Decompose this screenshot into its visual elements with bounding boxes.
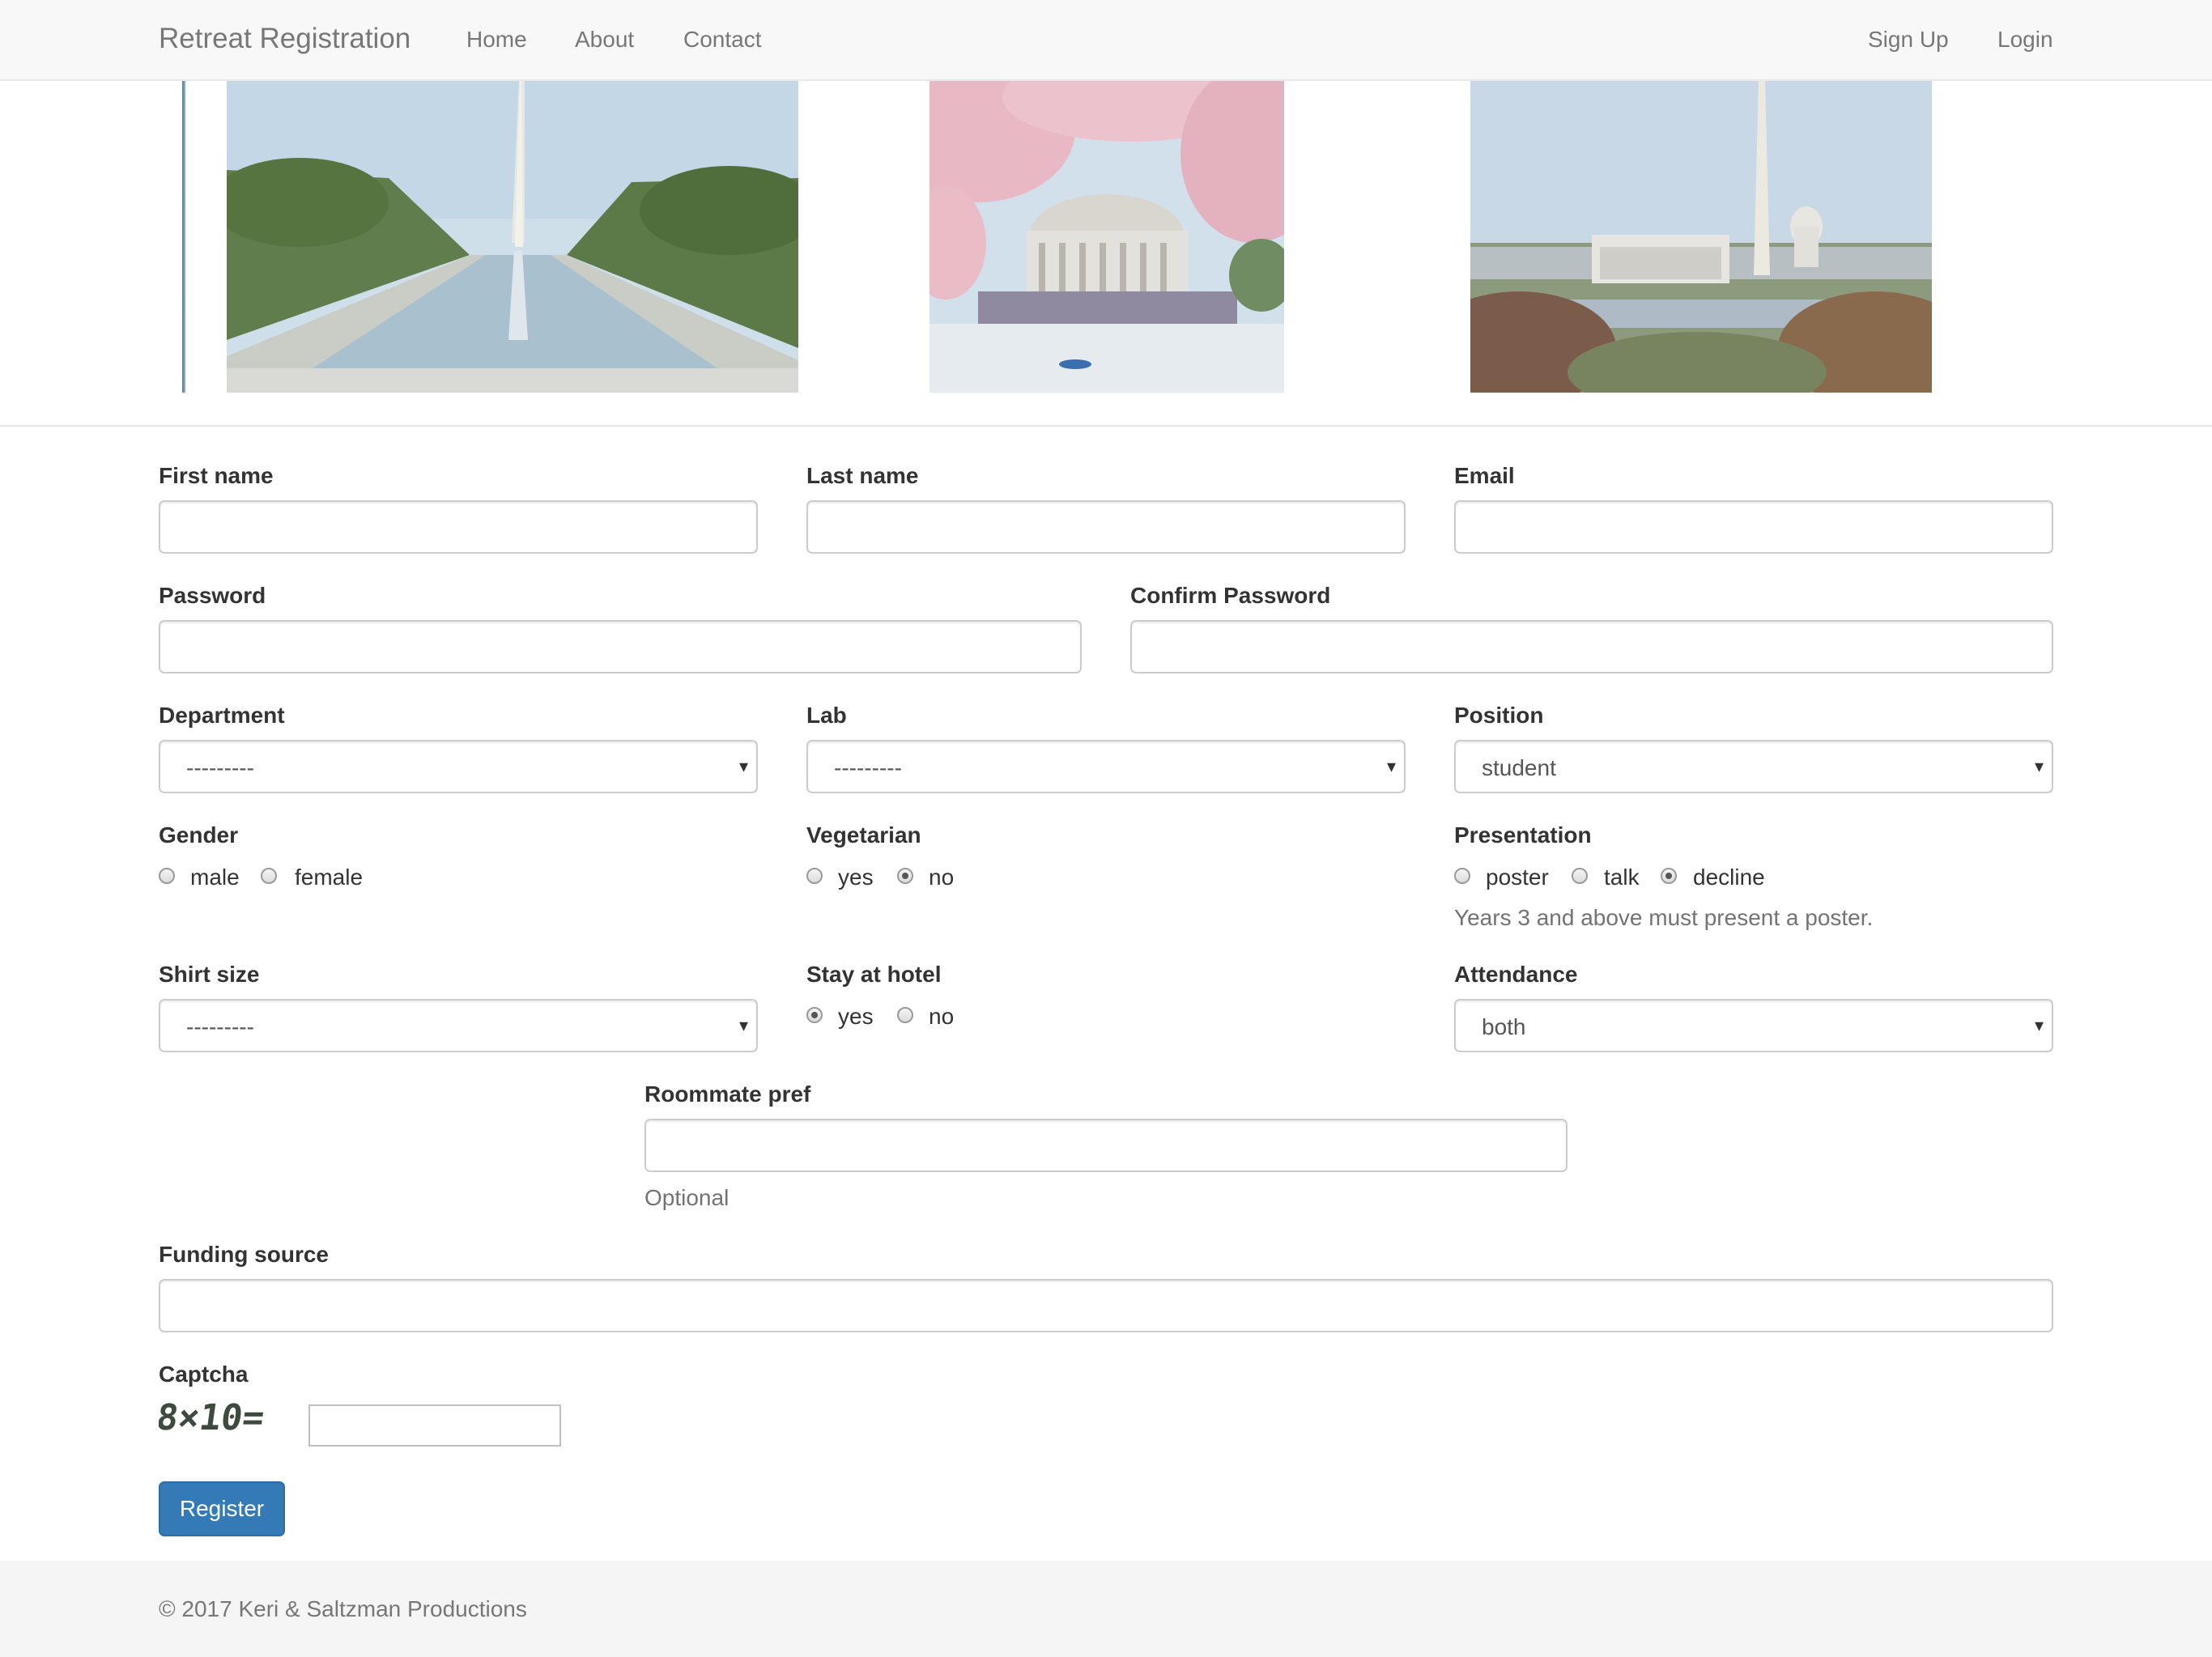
vegetarian-no-label[interactable]: no: [929, 865, 954, 890]
chevron-down-icon: ▾: [1386, 756, 1396, 776]
lab-label: Lab: [806, 703, 847, 728]
first-name-label: First name: [159, 463, 274, 488]
presentation-decline-radio[interactable]: [1661, 868, 1677, 884]
footer-copyright: © 2017 Keri & Saltzman Productions: [159, 1596, 527, 1621]
vegetarian-radio-group: yes no: [806, 865, 1130, 892]
lab-select[interactable]: --------- ▾: [806, 740, 1406, 793]
attendance-label: Attendance: [1454, 962, 1578, 987]
attendance-selected-value: both: [1482, 1014, 1526, 1039]
stay-at-hotel-yes-radio[interactable]: [806, 1007, 823, 1023]
nav-contact-link[interactable]: Contact: [683, 27, 762, 53]
email-label: Email: [1454, 463, 1515, 488]
last-name-input[interactable]: [806, 500, 1406, 554]
gender-female-radio[interactable]: [261, 868, 277, 884]
footer: © 2017 Keri & Saltzman Productions: [0, 1561, 2212, 1657]
captcha-image: 8×10=: [159, 1397, 267, 1438]
navbar: Retreat Registration Home About Contact …: [0, 0, 2212, 81]
shirt-size-selected-value: ---------: [186, 1014, 254, 1039]
vegetarian-no-radio[interactable]: [897, 868, 913, 884]
nav-home-link[interactable]: Home: [466, 27, 527, 53]
shirt-size-select[interactable]: --------- ▾: [159, 999, 758, 1052]
department-label: Department: [159, 703, 285, 728]
presentation-decline-label[interactable]: decline: [1693, 865, 1765, 890]
presentation-radio-group: poster talk decline: [1454, 865, 1940, 892]
chevron-down-icon: ▾: [2034, 756, 2044, 776]
position-select[interactable]: student ▾: [1454, 740, 2053, 793]
gender-male-radio[interactable]: [159, 868, 175, 884]
nav-login-link[interactable]: Login: [1997, 27, 2053, 53]
confirm-password-label: Confirm Password: [1130, 583, 1331, 608]
presentation-talk-label[interactable]: talk: [1604, 865, 1640, 890]
attendance-select[interactable]: both ▾: [1454, 999, 2053, 1052]
position-selected-value: student: [1482, 755, 1556, 780]
chevron-down-icon: ▾: [738, 756, 748, 776]
gender-label: Gender: [159, 822, 239, 848]
gender-female-label[interactable]: female: [295, 865, 363, 890]
stay-at-hotel-yes-label[interactable]: yes: [838, 1004, 874, 1030]
position-label: Position: [1454, 703, 1544, 728]
stay-at-hotel-radio-group: yes no: [806, 1004, 1130, 1031]
presentation-poster-label[interactable]: poster: [1486, 865, 1549, 890]
jefferson-memorial-photo: [929, 81, 1284, 393]
email-input[interactable]: [1454, 500, 2053, 554]
gender-radio-group: male female: [159, 865, 564, 892]
stay-at-hotel-label: Stay at hotel: [806, 962, 942, 987]
register-button[interactable]: Register: [159, 1481, 285, 1536]
presentation-help-text: Years 3 and above must present a poster.: [1454, 905, 1874, 930]
brand-link[interactable]: Retreat Registration: [159, 23, 410, 55]
captcha-image-text: 8×10=: [159, 1397, 267, 1438]
carousel-edge-image: [182, 81, 185, 393]
shirt-size-label: Shirt size: [159, 962, 260, 987]
funding-source-input[interactable]: [159, 1279, 2053, 1332]
vegetarian-yes-radio[interactable]: [806, 868, 823, 884]
department-selected-value: ---------: [186, 755, 254, 780]
last-name-label: Last name: [806, 463, 919, 488]
nav-about-link[interactable]: About: [575, 27, 634, 53]
stay-at-hotel-no-radio[interactable]: [897, 1007, 913, 1023]
chevron-down-icon: ▾: [738, 1015, 748, 1035]
captcha-label: Captcha: [159, 1362, 249, 1387]
presentation-poster-radio[interactable]: [1454, 868, 1470, 884]
stay-at-hotel-no-label[interactable]: no: [929, 1004, 954, 1030]
gender-male-label[interactable]: male: [190, 865, 240, 890]
password-label: Password: [159, 583, 266, 608]
roommate-pref-label: Roommate pref: [644, 1081, 811, 1107]
department-select[interactable]: --------- ▾: [159, 740, 758, 793]
nav-signup-link[interactable]: Sign Up: [1868, 27, 1949, 53]
funding-source-label: Funding source: [159, 1242, 329, 1267]
lab-selected-value: ---------: [834, 755, 902, 780]
vegetarian-yes-label[interactable]: yes: [838, 865, 874, 890]
roommate-pref-input[interactable]: [644, 1119, 1568, 1172]
presentation-talk-radio[interactable]: [1572, 868, 1588, 884]
roommate-pref-help-text: Optional: [644, 1185, 730, 1210]
captcha-input[interactable]: [308, 1404, 561, 1447]
vegetarian-label: Vegetarian: [806, 822, 921, 848]
chevron-down-icon: ▾: [2034, 1015, 2044, 1035]
password-input[interactable]: [159, 620, 1082, 673]
presentation-label: Presentation: [1454, 822, 1592, 848]
first-name-input[interactable]: [159, 500, 758, 554]
confirm-password-input[interactable]: [1130, 620, 2053, 673]
photo-carousel: [0, 81, 2212, 427]
reflecting-pool-photo: [227, 81, 798, 393]
lincoln-memorial-photo: [1470, 81, 1932, 393]
